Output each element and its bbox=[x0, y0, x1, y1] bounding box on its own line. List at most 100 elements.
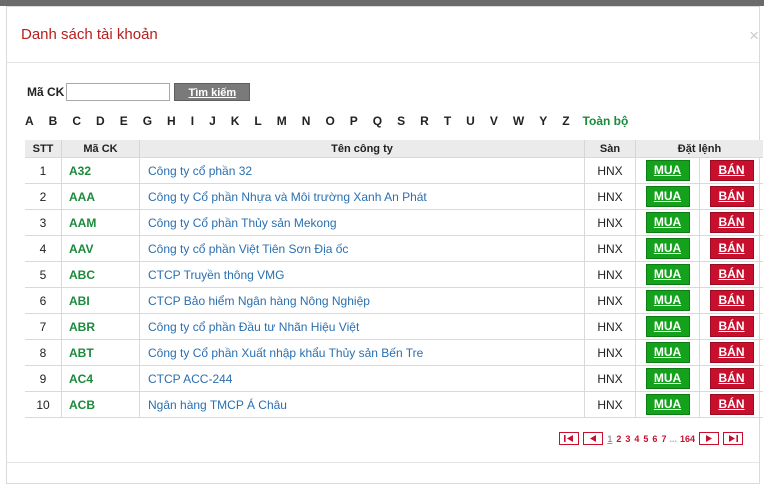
alpha-filter-d[interactable]: D bbox=[96, 114, 105, 128]
row-sell-cell: BÁN bbox=[699, 209, 763, 236]
alpha-filter-a[interactable]: A bbox=[25, 114, 34, 128]
alpha-filter-p[interactable]: P bbox=[350, 114, 358, 128]
sell-button[interactable]: BÁN bbox=[709, 368, 754, 389]
alpha-filter-b[interactable]: B bbox=[49, 114, 58, 128]
buy-button[interactable]: MUA bbox=[645, 264, 690, 285]
row-stock-code: ABI bbox=[61, 287, 140, 314]
page-link-6[interactable]: 6 bbox=[652, 434, 657, 444]
buy-button[interactable]: MUA bbox=[645, 212, 690, 233]
row-company-name[interactable]: Công ty Cổ phần Thủy sản Mekong bbox=[139, 209, 585, 236]
row-buy-cell: MUA bbox=[635, 339, 700, 366]
table-body: 1 A32 Công ty cổ phần 32 HNX MUA BÁN 2 AAA Công … bbox=[25, 157, 763, 418]
row-buy-cell: MUA bbox=[635, 157, 700, 184]
buy-button[interactable]: MUA bbox=[645, 368, 690, 389]
next-page-icon[interactable] bbox=[699, 432, 719, 445]
alpha-filter-m[interactable]: M bbox=[277, 114, 287, 128]
row-sell-cell: BÁN bbox=[699, 339, 763, 366]
buy-button[interactable]: MUA bbox=[645, 238, 690, 259]
alpha-filter-z[interactable]: Z bbox=[562, 114, 569, 128]
buy-button[interactable]: MUA bbox=[645, 316, 690, 337]
row-buy-cell: MUA bbox=[635, 183, 700, 210]
row-stt: 1 bbox=[25, 157, 62, 184]
sell-button[interactable]: BÁN bbox=[709, 394, 754, 415]
sell-button[interactable]: BÁN bbox=[709, 264, 754, 285]
page-link-5[interactable]: 5 bbox=[643, 434, 648, 444]
alphabet-filter: A B C D E G H I J K L M N O P Q S R T U V W Y Z Toàn bộ bbox=[25, 113, 643, 129]
row-stt: 6 bbox=[25, 287, 62, 314]
page-link-2[interactable]: 2 bbox=[616, 434, 621, 444]
row-exchange: HNX bbox=[584, 157, 636, 184]
buy-button[interactable]: MUA bbox=[645, 160, 690, 181]
row-buy-cell: MUA bbox=[635, 313, 700, 340]
sell-button[interactable]: BÁN bbox=[709, 290, 754, 311]
sell-button[interactable]: BÁN bbox=[709, 342, 754, 363]
row-stock-code: AC4 bbox=[61, 365, 140, 392]
row-stt: 7 bbox=[25, 313, 62, 340]
buy-button[interactable]: MUA bbox=[645, 394, 690, 415]
prev-page-icon[interactable] bbox=[583, 432, 604, 445]
alpha-filter-u[interactable]: U bbox=[466, 114, 475, 128]
last-page-icon[interactable] bbox=[723, 432, 743, 445]
sell-button[interactable]: BÁN bbox=[709, 316, 754, 337]
alpha-filter-e[interactable]: E bbox=[120, 114, 128, 128]
alpha-filter-o[interactable]: O bbox=[325, 114, 334, 128]
alpha-filter-k[interactable]: K bbox=[231, 114, 240, 128]
page-link-3[interactable]: 3 bbox=[625, 434, 630, 444]
row-company-name[interactable]: CTCP Truyền thông VMG bbox=[139, 261, 585, 288]
page-link-7[interactable]: 7 bbox=[661, 434, 666, 444]
row-exchange: HNX bbox=[584, 391, 636, 418]
header-exchange: Sàn bbox=[584, 140, 636, 158]
row-company-name[interactable]: CTCP ACC-244 bbox=[139, 365, 585, 392]
alpha-filter-v[interactable]: V bbox=[490, 114, 498, 128]
row-company-name[interactable]: Công ty cổ phần Đầu tư Nhãn Hiệu Việt bbox=[139, 313, 585, 340]
sell-button[interactable]: BÁN bbox=[709, 238, 754, 259]
alpha-filter-g[interactable]: G bbox=[143, 114, 152, 128]
page-link-last[interactable]: 164 bbox=[680, 434, 695, 444]
row-exchange: HNX bbox=[584, 339, 636, 366]
table-row: 2 AAA Công ty Cổ phần Nhựa và Môi trường X… bbox=[25, 183, 763, 210]
table-header-row: STT Mã CK Tên công ty Sàn Đặt lệnh bbox=[25, 140, 763, 158]
alpha-filter-l[interactable]: L bbox=[254, 114, 261, 128]
page-ellipsis: ... bbox=[669, 433, 677, 444]
row-stt: 4 bbox=[25, 235, 62, 262]
row-company-name[interactable]: CTCP Bảo hiểm Ngân hàng Nông Nghiệp bbox=[139, 287, 585, 314]
sell-button[interactable]: BÁN bbox=[709, 160, 754, 181]
alpha-filter-h[interactable]: H bbox=[167, 114, 176, 128]
alpha-filter-y[interactable]: Y bbox=[539, 114, 547, 128]
alpha-filter-s[interactable]: S bbox=[397, 114, 405, 128]
header-code: Mã CK bbox=[61, 140, 140, 158]
search-button[interactable]: Tìm kiếm bbox=[174, 83, 251, 101]
close-icon[interactable]: × bbox=[749, 27, 759, 44]
row-sell-cell: BÁN bbox=[699, 183, 763, 210]
row-company-name[interactable]: Công ty Cổ phần Xuất nhập khẩu Thủy sản … bbox=[139, 339, 585, 366]
alpha-filter-all[interactable]: Toàn bộ bbox=[583, 114, 629, 128]
row-company-name[interactable]: Công ty Cổ phần Nhựa và Môi trường Xanh … bbox=[139, 183, 585, 210]
alpha-filter-n[interactable]: N bbox=[302, 114, 311, 128]
stock-code-input[interactable] bbox=[66, 83, 171, 101]
alpha-filter-w[interactable]: W bbox=[513, 114, 524, 128]
row-company-name[interactable]: Công ty cổ phần Việt Tiên Sơn Địa ốc bbox=[139, 235, 585, 262]
table-row: 8 ABT Công ty Cổ phần Xuất nhập khẩu Thủy … bbox=[25, 339, 763, 366]
alpha-filter-i[interactable]: I bbox=[191, 114, 194, 128]
row-company-name[interactable]: Ngân hàng TMCP Á Châu bbox=[139, 391, 585, 418]
row-sell-cell: BÁN bbox=[699, 261, 763, 288]
alpha-filter-q[interactable]: Q bbox=[373, 114, 382, 128]
sell-button[interactable]: BÁN bbox=[709, 212, 754, 233]
page-link-4[interactable]: 4 bbox=[634, 434, 639, 444]
alpha-filter-r[interactable]: R bbox=[420, 114, 429, 128]
alpha-filter-t[interactable]: T bbox=[444, 114, 451, 128]
first-page-icon[interactable] bbox=[559, 432, 580, 445]
row-buy-cell: MUA bbox=[635, 391, 700, 418]
row-exchange: HNX bbox=[584, 313, 636, 340]
alpha-filter-c[interactable]: C bbox=[72, 114, 81, 128]
page-link-1[interactable]: 1 bbox=[607, 434, 612, 444]
buy-button[interactable]: MUA bbox=[645, 290, 690, 311]
row-company-name[interactable]: Công ty cổ phần 32 bbox=[139, 157, 585, 184]
sell-button[interactable]: BÁN bbox=[709, 186, 754, 207]
alpha-filter-j[interactable]: J bbox=[209, 114, 216, 128]
buy-button[interactable]: MUA bbox=[645, 342, 690, 363]
row-stock-code: ABC bbox=[61, 261, 140, 288]
row-exchange: HNX bbox=[584, 209, 636, 236]
table-row: 9 AC4 CTCP ACC-244 HNX MUA BÁN bbox=[25, 365, 763, 392]
buy-button[interactable]: MUA bbox=[645, 186, 690, 207]
